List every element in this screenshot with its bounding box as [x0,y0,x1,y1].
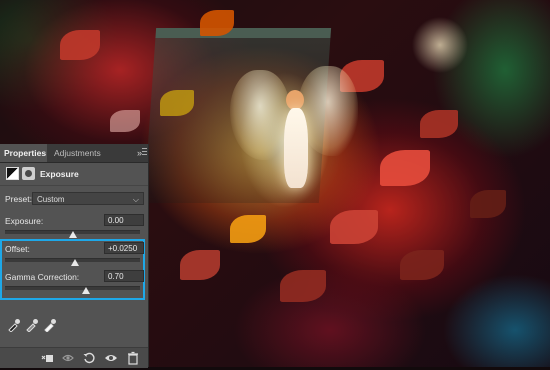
adjustment-title: Exposure [40,169,79,179]
exposure-slider-thumb[interactable] [68,231,77,238]
exposure-label: Exposure: [5,216,44,226]
visibility-eye-icon[interactable] [104,351,118,365]
preset-value: Custom [37,195,65,204]
exposure-value-field[interactable]: 0.00 [104,214,144,226]
panel-menu-icon[interactable] [142,144,148,162]
fairy-figure [230,66,358,210]
properties-panel: Properties Adjustments » Exposure Preset… [0,144,148,368]
clip-to-layer-icon[interactable] [40,351,54,365]
tab-properties[interactable]: Properties [0,144,47,162]
reset-icon[interactable] [82,351,96,365]
offset-value-field[interactable]: +0.0250 [104,242,144,254]
offset-label: Offset: [5,244,30,254]
trash-icon[interactable] [126,351,140,365]
gamma-correction-label: Gamma Correction: [5,272,80,282]
collapse-panel-button[interactable]: » [137,144,142,162]
panel-tab-bar: Properties Adjustments » [0,144,148,163]
panel-bottom-bar [0,347,148,368]
tab-adjustments[interactable]: Adjustments [49,144,109,162]
white-point-eyedropper-icon[interactable] [43,318,57,333]
chevron-down-icon: ⌵ [132,195,139,204]
black-point-eyedropper-icon[interactable] [7,318,21,333]
gamma-correction-slider-track[interactable] [5,286,140,290]
view-previous-state-icon[interactable] [61,351,75,365]
layer-mask-icon[interactable] [22,167,35,180]
adjustment-header: Exposure [0,163,148,186]
exposure-adjustment-icon[interactable] [6,167,19,180]
gamma-correction-value-field[interactable]: 0.70 [104,270,144,282]
preset-label: Preset: [5,194,32,204]
gamma-correction-slider-thumb[interactable] [82,287,90,294]
offset-slider-thumb[interactable] [71,259,80,266]
preset-dropdown[interactable]: Custom ⌵ [32,192,144,205]
gray-point-eyedropper-icon[interactable] [25,318,39,333]
